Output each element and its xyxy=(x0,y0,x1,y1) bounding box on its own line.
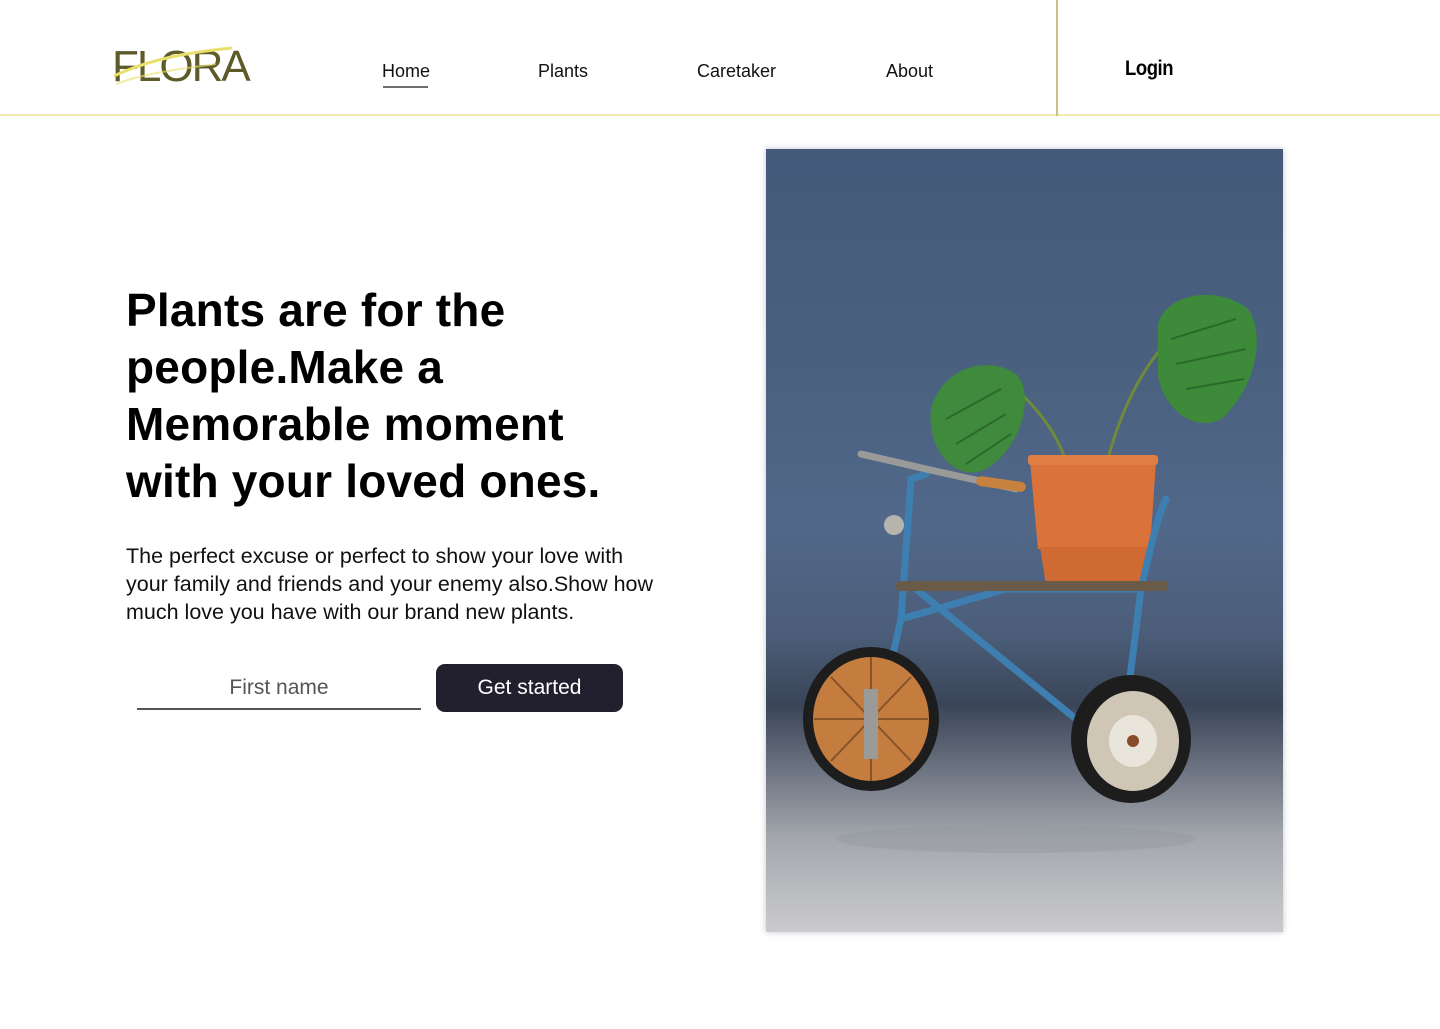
nav-home-link[interactable]: Home xyxy=(382,60,430,88)
rear-wheel-icon xyxy=(1071,675,1191,803)
hero-description: The perfect excuse or perfect to show yo… xyxy=(126,544,654,624)
monstera-leaf-icon xyxy=(930,294,1257,473)
flower-pot-icon xyxy=(1028,455,1158,585)
front-wheel-icon xyxy=(803,647,939,791)
main-nav: Home Plants Caretaker About xyxy=(0,0,1056,116)
header-divider xyxy=(1056,0,1058,116)
first-name-input[interactable] xyxy=(137,668,421,710)
login-link[interactable]: Login xyxy=(1125,57,1174,81)
site-header: FLORA Home Plants Caretaker About Login xyxy=(0,0,1440,116)
hero-heading: Plants are for the people.Make a Memorab… xyxy=(126,284,601,507)
hero-image-tricycle-plant xyxy=(766,149,1283,932)
nav-about-link[interactable]: About xyxy=(886,60,933,82)
nav-plants-link[interactable]: Plants xyxy=(538,60,588,82)
get-started-button[interactable]: Get started xyxy=(436,664,623,712)
nav-caretaker-link[interactable]: Caretaker xyxy=(697,60,776,82)
tricycle-plant-illustration xyxy=(803,294,1257,853)
